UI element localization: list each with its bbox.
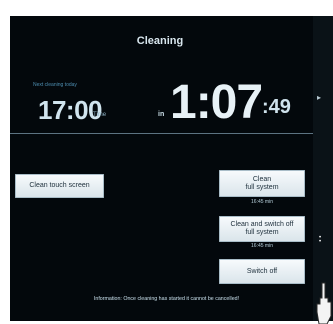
clean-full-system-label-2: full system <box>245 183 279 191</box>
clean-touch-screen-label: Clean touch screen <box>29 182 90 189</box>
information-message: Information: Once cleaning has started i… <box>93 296 240 302</box>
chevron-right-icon[interactable]: ▸ <box>317 93 321 102</box>
divider <box>10 133 324 134</box>
countdown-timer: 1:07 <box>170 76 263 129</box>
clean-full-system-duration: 16:45 min <box>251 199 273 205</box>
next-cleaning-time-suffix: Time <box>93 112 107 118</box>
dots-icon: • • <box>319 235 322 245</box>
hand-pointer-icon <box>316 282 332 324</box>
clean-touch-screen-button[interactable]: Clean touch screen <box>15 174 104 198</box>
clean-and-switch-off-label-2: full system <box>245 229 279 236</box>
clean-and-switch-off-button[interactable]: Clean and switch off full system <box>219 216 305 242</box>
switch-off-button[interactable]: Switch off <box>219 259 305 284</box>
countdown-prefix: in <box>158 111 165 118</box>
side-panel-strip <box>313 16 333 321</box>
countdown-seconds: :49 <box>262 96 291 118</box>
switch-off-label: Switch off <box>246 267 278 275</box>
next-cleaning-time: 17:00 <box>38 95 103 125</box>
clean-full-system-label-1: Clean <box>252 175 272 183</box>
clean-and-switch-off-duration: 16:45 min <box>251 243 273 249</box>
next-cleaning-label: Next cleaning today <box>33 82 77 88</box>
clean-full-system-button[interactable]: Clean full system <box>219 170 305 197</box>
page-title: Cleaning <box>136 35 184 47</box>
clean-and-switch-off-label-1: Clean and switch off <box>230 221 294 228</box>
